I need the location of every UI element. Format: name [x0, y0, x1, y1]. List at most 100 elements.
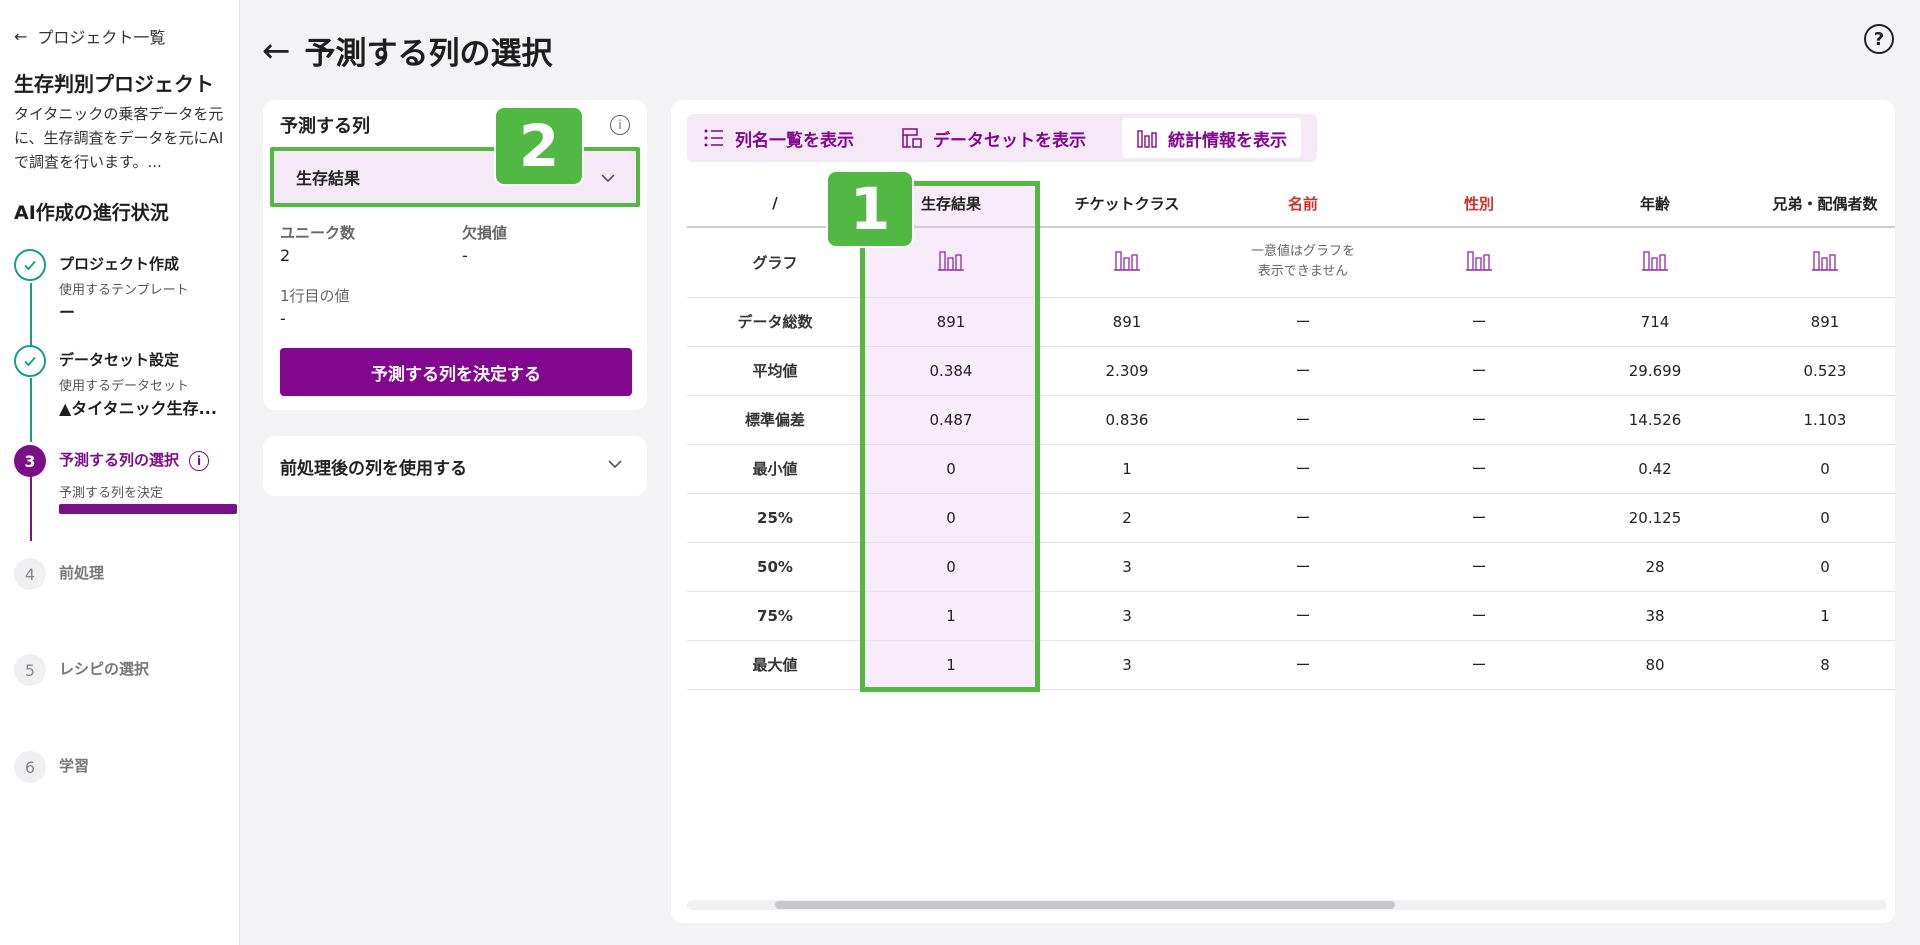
table-cell: 0 — [1743, 493, 1895, 543]
table-row: 50% 0 3 ーー 28 0 — [687, 542, 1895, 592]
tab-label: 統計情報を表示 — [1168, 130, 1287, 151]
table-cell: 1 — [863, 591, 1039, 641]
step-project-create[interactable]: プロジェクト作成 使用するテンプレート ー — [14, 249, 236, 339]
target-column-value: 生存結果 — [296, 169, 361, 188]
table-cell: 80 — [1567, 640, 1743, 690]
step-name-text: 予測する列の選択 — [59, 451, 180, 469]
bar-chart-icon[interactable] — [938, 248, 964, 276]
back-to-projects-link[interactable]: ← プロジェクト一覧 — [14, 24, 165, 48]
row-label: 平均値 — [687, 346, 863, 396]
table-cell: ー — [1215, 493, 1391, 543]
first-row-value: - — [280, 309, 286, 328]
bar-chart-icon[interactable] — [1812, 248, 1838, 276]
table-cell: ー — [1215, 591, 1391, 641]
tab-statistics[interactable]: 統計情報を表示 — [1122, 118, 1301, 158]
sidebar: ← プロジェクト一覧 生存判別プロジェクト タイタニックの乗客データを元に、生存… — [0, 0, 240, 945]
annotation-badge-1: 1 — [826, 170, 914, 248]
table-cell: ー — [1215, 395, 1391, 445]
step-progress-fill — [59, 504, 237, 514]
horizontal-scrollbar[interactable] — [687, 900, 1887, 910]
table-cell: 1.103 — [1743, 395, 1895, 445]
scrollbar-thumb[interactable] — [775, 901, 1395, 909]
bar-chart-icon[interactable] — [1642, 248, 1668, 276]
step-progress-bar — [59, 504, 237, 514]
check-icon — [14, 345, 46, 377]
step-name: 学習 — [59, 757, 90, 775]
target-column-card: 予測する列 i 生存結果 ユニーク数 2 欠損値 - 1行目の値 - 予測する列… — [263, 100, 647, 410]
step-name: 予測する列の選択 i — [59, 449, 210, 471]
page-title: 予測する列の選択 — [304, 36, 553, 72]
row-label: 標準偏差 — [687, 395, 863, 445]
column-header[interactable]: チケットクラス — [1039, 180, 1215, 228]
table-cell: 2.309 — [1039, 346, 1215, 396]
help-icon[interactable]: ? — [1864, 24, 1894, 54]
table-cell: 20.125 — [1567, 493, 1743, 543]
step-value: ー — [59, 303, 76, 322]
column-header[interactable]: 年齢 — [1567, 180, 1743, 228]
use-preprocessed-columns-toggle[interactable]: 前処理後の列を使用する — [263, 436, 647, 496]
row-label: 最小値 — [687, 444, 863, 494]
view-tabs: 列名一覧を表示 データセットを表示 統計情報を表示 — [687, 114, 1317, 162]
table-cell: 0 — [863, 493, 1039, 543]
table-row: 標準偏差 0.487 0.836 ーー 14.526 1.103 — [687, 395, 1895, 445]
table-cell: ー — [1391, 346, 1567, 396]
table-row: 最小値 0 1 ーー 0.42 0 — [687, 444, 1895, 494]
missing-value: - — [462, 246, 468, 265]
table-cell: 2 — [1039, 493, 1215, 543]
table-cell: 14.526 — [1567, 395, 1743, 445]
graph-cell[interactable] — [1743, 227, 1895, 298]
graph-cell[interactable] — [1039, 227, 1215, 298]
info-icon[interactable]: i — [189, 450, 210, 471]
tab-label: データセットを表示 — [933, 130, 1086, 151]
step-number: 3 — [14, 445, 46, 477]
page-header: ← 予測する列の選択 — [262, 28, 553, 73]
step-number: 4 — [14, 558, 46, 590]
step-value: ▲タイタニック生存... — [59, 399, 217, 418]
table-row: 25% 0 2 ーー 20.125 0 — [687, 493, 1895, 543]
step-sub: 使用するデータセット — [59, 379, 190, 394]
table-cell: 28 — [1567, 542, 1743, 592]
table-cell: ー — [1215, 444, 1391, 494]
decide-target-button[interactable]: 予測する列を決定する — [280, 348, 632, 396]
table-cell: ー — [1391, 297, 1567, 347]
tab-label: 列名一覧を表示 — [735, 130, 854, 151]
step-name: プロジェクト作成 — [59, 255, 180, 273]
row-label: 75% — [687, 591, 863, 641]
target-column-select[interactable]: 生存結果 — [270, 147, 640, 207]
table-cell: 1 — [1039, 444, 1215, 494]
graph-cell: 一意値はグラフを 表示できません — [1215, 227, 1391, 298]
table-cell: 891 — [1039, 297, 1215, 347]
step-preprocess[interactable]: 4 前処理 — [14, 558, 236, 598]
table-row: 平均値 0.384 2.309 ーー 29.699 0.523 — [687, 346, 1895, 396]
table-cell: 891 — [863, 297, 1039, 347]
table-cell: 29.699 — [1567, 346, 1743, 396]
tab-dataset[interactable]: データセットを表示 — [887, 118, 1100, 158]
back-arrow-icon[interactable]: ← — [262, 34, 291, 68]
column-header[interactable]: 名前 — [1215, 180, 1391, 228]
graph-cell[interactable] — [1391, 227, 1567, 298]
table-row: データ総数 891 891 ーー 714 891 — [687, 297, 1895, 347]
table-cell: 891 — [1743, 297, 1895, 347]
step-dataset-setting[interactable]: データセット設定 使用するデータセット ▲タイタニック生存... — [14, 345, 236, 435]
table-cell: 0.487 — [863, 395, 1039, 445]
info-icon[interactable]: i — [610, 115, 630, 135]
step-training[interactable]: 6 学習 — [14, 751, 236, 791]
graph-cell[interactable] — [1567, 227, 1743, 298]
table-cell: ー — [1391, 542, 1567, 592]
progress-title: AI作成の進行状況 — [14, 202, 169, 224]
chevron-down-icon — [607, 454, 623, 473]
target-card-title: 予測する列 — [280, 116, 370, 137]
table-cell: 0.42 — [1567, 444, 1743, 494]
bar-chart-icon[interactable] — [1114, 248, 1140, 276]
bar-chart-icon[interactable] — [1466, 248, 1492, 276]
column-header[interactable]: 兄弟・配偶者数 — [1743, 180, 1895, 228]
table-cell: 0 — [1743, 444, 1895, 494]
arrow-left-icon: ← — [14, 26, 28, 46]
row-label: データ総数 — [687, 297, 863, 347]
column-header[interactable]: 性別 — [1391, 180, 1567, 228]
table-cell: 3 — [1039, 591, 1215, 641]
step-recipe[interactable]: 5 レシピの選択 — [14, 654, 236, 694]
tab-column-list[interactable]: 列名一覧を表示 — [689, 118, 868, 158]
table-cell: 714 — [1567, 297, 1743, 347]
step-target-column[interactable]: 3 予測する列の選択 i 予測する列を決定 — [14, 445, 237, 535]
